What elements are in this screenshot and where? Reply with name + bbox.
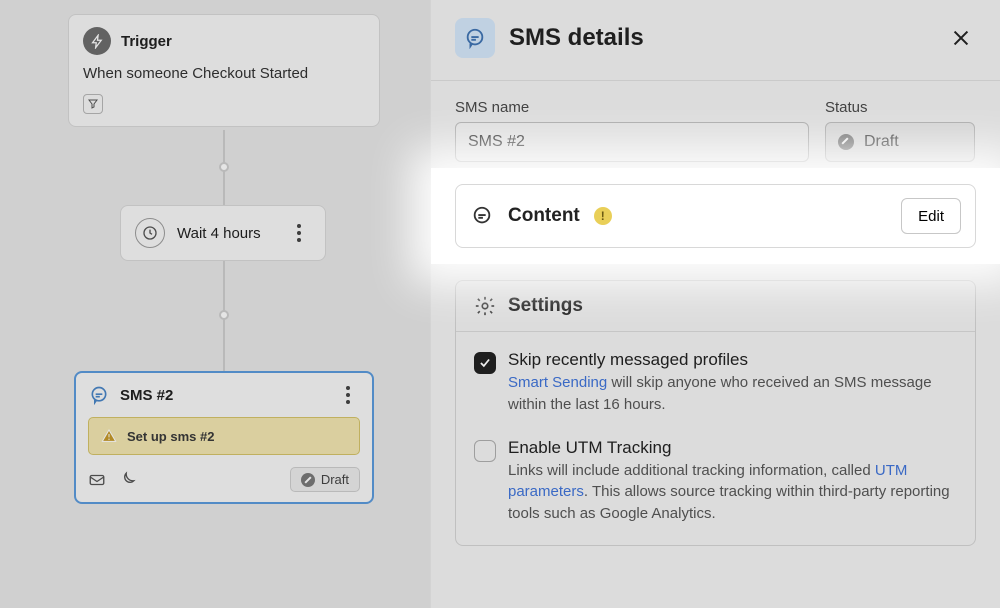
trigger-card[interactable]: Trigger When someone Checkout Started <box>68 14 380 127</box>
clock-icon <box>135 218 165 248</box>
flow-canvas[interactable]: Trigger When someone Checkout Started Wa… <box>0 0 430 608</box>
envelope-icon[interactable] <box>88 471 106 489</box>
settings-card: Settings Skip recently messaged profiles… <box>455 280 976 546</box>
content-bar: Content ! Edit <box>455 184 976 248</box>
sms-name-label: SMS name <box>455 99 809 116</box>
connector-node <box>219 162 229 172</box>
sms-card-title: SMS #2 <box>120 387 326 404</box>
sms-menu-button[interactable] <box>336 383 360 407</box>
status-display: Draft <box>825 122 975 162</box>
settings-header: Settings <box>456 281 975 332</box>
sms-warning-text: Set up sms #2 <box>127 429 214 444</box>
warning-badge-icon: ! <box>594 207 612 225</box>
close-button[interactable] <box>946 23 976 53</box>
sms-card[interactable]: SMS #2 Set up sms #2 Draft <box>74 371 374 504</box>
edit-button[interactable]: Edit <box>901 198 961 234</box>
sms-icon <box>88 384 110 406</box>
utm-description: Links will include additional tracking i… <box>508 460 957 525</box>
trigger-title: Trigger <box>121 33 172 50</box>
wait-label: Wait 4 hours <box>177 225 275 242</box>
draft-icon <box>838 134 854 150</box>
utm-title: Enable UTM Tracking <box>508 438 957 458</box>
content-icon <box>470 204 494 228</box>
wait-card[interactable]: Wait 4 hours <box>120 205 326 261</box>
bolt-icon <box>83 27 111 55</box>
filter-icon[interactable] <box>83 94 103 114</box>
sms-icon <box>455 18 495 58</box>
status-badge: Draft <box>290 467 360 492</box>
trigger-subtitle: When someone Checkout Started <box>83 65 365 82</box>
content-label: Content <box>508 205 580 227</box>
gear-icon <box>474 295 496 317</box>
content-section: Content ! Edit <box>431 184 1000 248</box>
skip-title: Skip recently messaged profiles <box>508 350 957 370</box>
panel-header: SMS details <box>431 0 1000 81</box>
settings-title: Settings <box>508 295 583 317</box>
skip-checkbox[interactable] <box>474 352 496 374</box>
wait-menu-button[interactable] <box>287 221 311 245</box>
skip-description: Smart Sending will skip anyone who recei… <box>508 372 957 416</box>
status-value: Draft <box>864 133 899 151</box>
details-panel: SMS details SMS name Status Draft Conten… <box>430 0 1000 608</box>
utm-checkbox[interactable] <box>474 440 496 462</box>
setting-skip-row: Skip recently messaged profiles Smart Se… <box>474 350 957 416</box>
moon-icon[interactable] <box>118 471 136 489</box>
smart-sending-link[interactable]: Smart Sending <box>508 374 607 391</box>
sms-warning: Set up sms #2 <box>88 417 360 455</box>
status-text: Draft <box>321 472 349 487</box>
status-label: Status <box>825 99 975 116</box>
warning-icon <box>101 428 117 444</box>
connector-node <box>219 310 229 320</box>
sms-name-input[interactable] <box>455 122 809 162</box>
panel-title: SMS details <box>509 24 932 52</box>
setting-utm-row: Enable UTM Tracking Links will include a… <box>474 438 957 525</box>
draft-icon <box>301 473 315 487</box>
